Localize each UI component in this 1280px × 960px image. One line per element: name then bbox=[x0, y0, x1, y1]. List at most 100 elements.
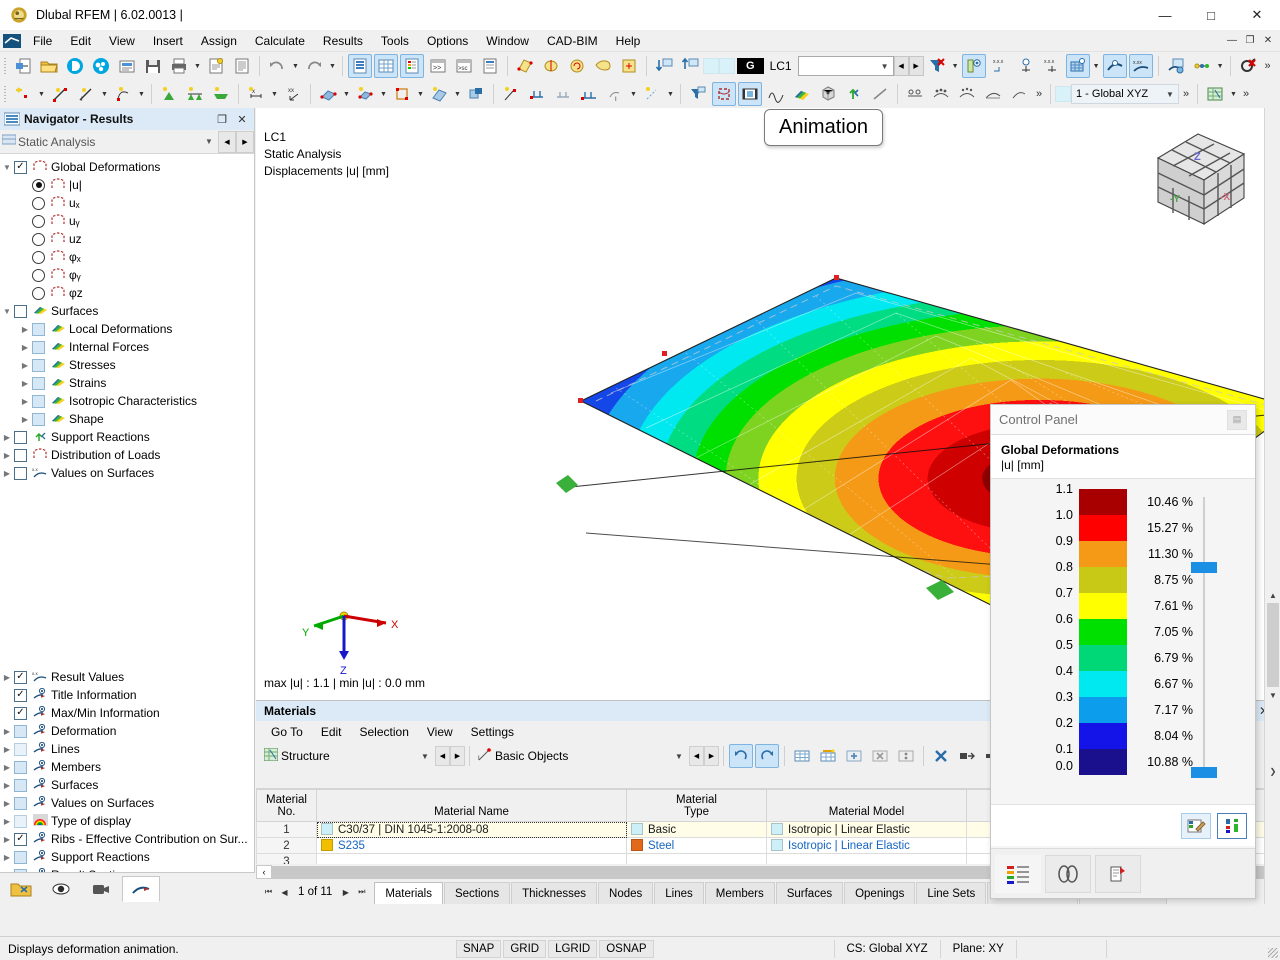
structure-combo[interactable]: Structure ▼ bbox=[260, 745, 435, 767]
new-dimension2-icon[interactable] bbox=[640, 82, 664, 106]
hinge1-icon[interactable] bbox=[903, 82, 927, 106]
new-polyline-icon[interactable] bbox=[111, 82, 135, 106]
snap-toggle-snap[interactable]: SNAP bbox=[456, 939, 502, 958]
chevron-right-icon[interactable]: ▶ bbox=[18, 379, 32, 388]
menu-item-tools[interactable]: Tools bbox=[372, 31, 418, 51]
zoom-window-icon[interactable] bbox=[617, 54, 641, 78]
smoothing-icon[interactable] bbox=[1102, 54, 1127, 78]
legend-slider-thumb-lower[interactable] bbox=[1191, 767, 1217, 778]
column-header-material-type[interactable]: Material Type bbox=[626, 789, 767, 822]
cell-material-model[interactable]: Isotropic | Linear Elastic bbox=[766, 837, 967, 854]
tree-item-u[interactable]: uₓ bbox=[0, 194, 254, 212]
chevron-right-icon[interactable]: ▶ bbox=[18, 415, 32, 424]
system-menu-icon[interactable] bbox=[0, 30, 24, 52]
undo-dropdown-arrow[interactable]: ▼ bbox=[290, 54, 301, 78]
chevron-down-icon[interactable]: ▼ bbox=[416, 752, 434, 761]
support-reaction-icon[interactable] bbox=[842, 82, 866, 106]
cell-material-no[interactable]: 1 bbox=[256, 821, 317, 838]
redo-icon[interactable] bbox=[302, 54, 326, 78]
legend-slider-track[interactable] bbox=[1203, 497, 1205, 773]
hinge2-icon[interactable] bbox=[929, 82, 953, 106]
tree-item-[interactable]: φₓ bbox=[0, 248, 254, 266]
isobands-dropdown-arrow[interactable]: ▼ bbox=[1091, 54, 1102, 78]
result-values-icon[interactable]: x.x.x bbox=[988, 54, 1012, 78]
load-case-next-button[interactable]: ▶ bbox=[908, 56, 924, 76]
table-menu-edit[interactable]: Edit bbox=[312, 723, 351, 741]
new-dimension2-dropdown-arrow[interactable]: ▼ bbox=[665, 82, 676, 106]
new-nodal-load-icon[interactable]: x bbox=[244, 82, 268, 106]
mdi-close-button[interactable]: ✕ bbox=[1260, 32, 1276, 48]
cell-material-name[interactable]: C30/37 | DIN 1045-1:2008-08 bbox=[316, 821, 627, 838]
menu-item-file[interactable]: File bbox=[24, 31, 61, 51]
tree-checkbox[interactable] bbox=[14, 430, 27, 444]
save-icon[interactable] bbox=[141, 54, 165, 78]
new-member-icon[interactable] bbox=[427, 82, 451, 106]
chevron-right-icon[interactable]: ▶ bbox=[0, 673, 14, 682]
new-solid-dropdown-arrow[interactable]: ▼ bbox=[378, 82, 389, 106]
chevron-down-icon[interactable]: ▼ bbox=[1162, 90, 1178, 99]
hinge4-icon[interactable] bbox=[981, 82, 1005, 106]
table-undo-icon[interactable] bbox=[729, 744, 753, 768]
color-edit-icon[interactable] bbox=[1181, 812, 1211, 839]
snap-toggle-lgrid[interactable]: LGRID bbox=[548, 939, 598, 958]
chevron-right-icon[interactable]: ▶ bbox=[0, 727, 14, 736]
open-folder-icon[interactable] bbox=[37, 54, 61, 78]
new-member-dropdown-arrow[interactable]: ▼ bbox=[452, 82, 463, 106]
toolbar2-end-chevron[interactable]: » bbox=[1239, 82, 1253, 106]
table-menu-go-to[interactable]: Go To bbox=[262, 723, 312, 741]
import-icon[interactable] bbox=[652, 54, 676, 78]
tree-checkbox[interactable] bbox=[14, 724, 27, 738]
chevron-right-icon[interactable]: ▶ bbox=[0, 469, 14, 478]
object-tab-lines[interactable]: Lines bbox=[654, 882, 704, 904]
chevron-right-icon[interactable]: ▶ bbox=[18, 343, 32, 352]
basic-objects-combo[interactable]: I Basic Objects ▼ bbox=[474, 745, 689, 767]
menu-item-insert[interactable]: Insert bbox=[144, 31, 192, 51]
line-icon[interactable] bbox=[868, 82, 892, 106]
tree-item-deformation[interactable]: ▶ Deformation bbox=[0, 722, 255, 740]
tree-checkbox[interactable] bbox=[14, 850, 27, 864]
filter-tab-icon[interactable] bbox=[1095, 854, 1141, 893]
pager-next-button[interactable]: ▶ bbox=[339, 888, 352, 897]
basic-objects-next-button[interactable]: ▶ bbox=[704, 746, 719, 766]
chevron-right-icon[interactable]: ▶ bbox=[0, 745, 14, 754]
redo-dropdown-arrow[interactable]: ▼ bbox=[327, 54, 338, 78]
legend-color-swatch[interactable] bbox=[1079, 723, 1127, 749]
menu-item-options[interactable]: Options bbox=[418, 31, 477, 51]
new-modification-dropdown-arrow[interactable]: ▼ bbox=[628, 82, 639, 106]
table-view-icon[interactable] bbox=[790, 744, 814, 768]
snap-toggle-grid[interactable]: GRID bbox=[503, 939, 547, 958]
tree-item-local-deformations[interactable]: ▶ Local Deformations bbox=[0, 320, 254, 338]
new-node-dropdown-arrow[interactable]: ▼ bbox=[36, 82, 47, 106]
tree-checkbox[interactable] bbox=[14, 466, 27, 480]
script-icon[interactable]: >sc bbox=[452, 54, 476, 78]
new-surface-icon[interactable] bbox=[316, 82, 340, 106]
chevron-right-icon[interactable]: ▶ bbox=[0, 817, 14, 826]
filter-results-icon[interactable] bbox=[686, 82, 710, 106]
print-dropdown-arrow[interactable]: ▼ bbox=[192, 54, 203, 78]
table-menu-settings[interactable]: Settings bbox=[462, 723, 523, 741]
chevron-right-icon[interactable]: ▶ bbox=[0, 781, 14, 790]
visibility-icon[interactable] bbox=[961, 54, 986, 78]
tree-item-members[interactable]: ▶ Members bbox=[0, 758, 255, 776]
tree-radio[interactable] bbox=[32, 268, 45, 282]
chevron-down-icon[interactable]: ▼ bbox=[200, 137, 218, 146]
new-dimension-dropdown-arrow[interactable]: ▼ bbox=[99, 82, 110, 106]
section-cut-icon[interactable] bbox=[513, 54, 537, 78]
toolbar2-overflow-chevron[interactable]: » bbox=[1032, 82, 1046, 106]
export-table-icon[interactable] bbox=[955, 744, 979, 768]
color-scale-tab-icon[interactable] bbox=[995, 854, 1041, 893]
table-menu-selection[interactable]: Selection bbox=[351, 723, 418, 741]
chevron-down-icon[interactable]: ▼ bbox=[0, 307, 14, 316]
window-minimize-button[interactable]: — bbox=[1142, 0, 1188, 30]
structure-prev-button[interactable]: ◀ bbox=[435, 746, 450, 766]
color-spectrum-icon[interactable] bbox=[790, 82, 814, 106]
model-info-icon[interactable] bbox=[115, 54, 139, 78]
menu-item-calculate[interactable]: Calculate bbox=[246, 31, 314, 51]
analysis-type-combo[interactable]: Static Analysis ▼ bbox=[0, 130, 218, 153]
tree-checkbox[interactable]: ✓ bbox=[14, 670, 27, 684]
tree-checkbox[interactable] bbox=[32, 412, 45, 426]
load-case-combo[interactable]: ▼ bbox=[797, 56, 894, 76]
navigator-icon[interactable] bbox=[348, 54, 372, 78]
legend-color-swatch[interactable] bbox=[1079, 515, 1127, 541]
tree-checkbox[interactable] bbox=[32, 394, 45, 408]
